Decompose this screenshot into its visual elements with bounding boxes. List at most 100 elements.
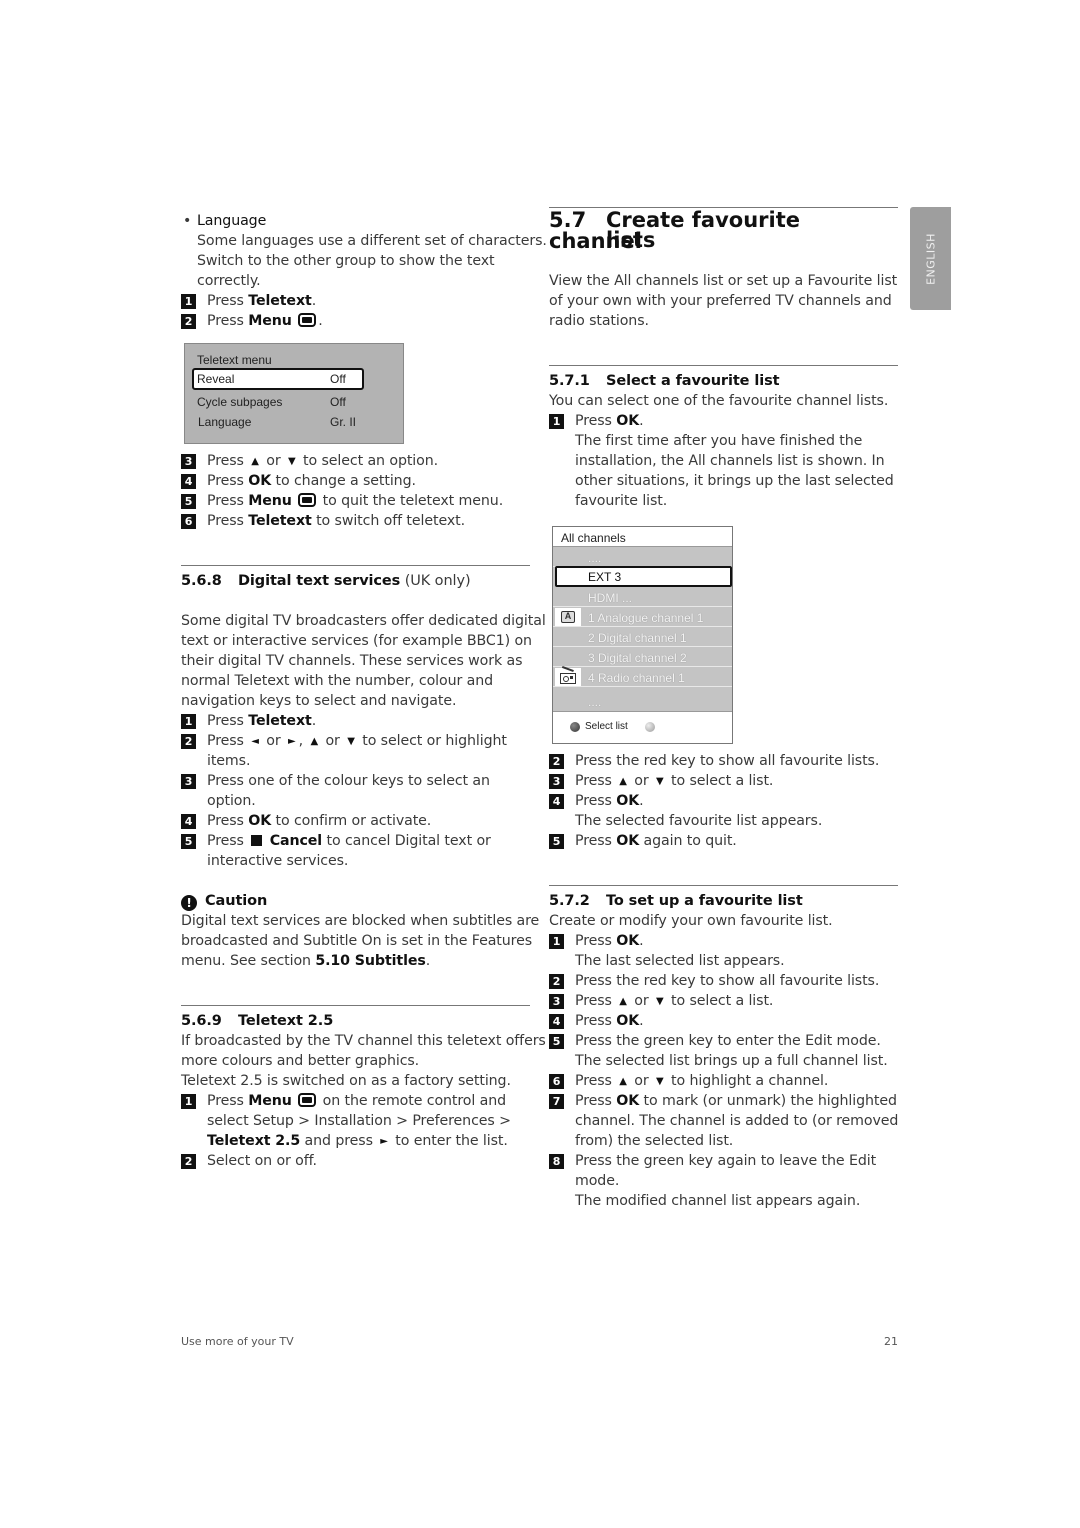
step-item: 4 Press OK to confirm or activate. bbox=[181, 811, 530, 831]
teletext-menu-screenshot: Teletext menu Reveal Off Cycle subpages Of… bbox=[184, 343, 404, 444]
step-continuation: installation, the All channels list is s… bbox=[575, 453, 885, 469]
step-item: 6 Press Teletext to switch off teletext. bbox=[181, 511, 530, 531]
step-item: 5 Press Menu to quit the teletext menu. bbox=[181, 491, 530, 511]
step-item: 2 Press the red key to show all favourite… bbox=[549, 971, 898, 991]
step-item: 3 Press ▲ or ▼ to select an option. bbox=[181, 451, 530, 472]
channel-row: 3 Digital channel 2 bbox=[553, 647, 732, 667]
section-divider bbox=[549, 365, 898, 366]
caution-text: menu. See section 5.10 Subtitles. bbox=[181, 953, 431, 969]
paragraph-line: radio stations. bbox=[549, 313, 649, 329]
step-continuation: favourite list. bbox=[575, 493, 668, 509]
step-item: 2 Press Menu . bbox=[181, 311, 530, 331]
bullet-icon: • bbox=[183, 213, 192, 229]
channel-row: A 1 Analogue channel 1 bbox=[553, 607, 732, 627]
step-item: 1 Press Teletext. bbox=[181, 711, 530, 731]
menu-key-icon bbox=[298, 1093, 317, 1107]
step-item: 3 Press ▲ or ▼ to select a list. bbox=[549, 991, 898, 1012]
up-arrow-icon: ▲ bbox=[619, 1076, 627, 1087]
paragraph-line: Create or modify your own favourite list… bbox=[549, 913, 833, 929]
caution-heading: ! Caution bbox=[181, 891, 530, 911]
right-arrow-icon: ► bbox=[288, 736, 296, 747]
channel-row: .... bbox=[588, 695, 602, 709]
up-arrow-icon: ▲ bbox=[310, 736, 319, 747]
step-continuation: Teletext 2.5 and press ► to enter the li… bbox=[207, 1133, 508, 1149]
up-arrow-icon: ▲ bbox=[251, 456, 259, 467]
paragraph-line: If broadcasted by the TV channel this te… bbox=[181, 1033, 546, 1049]
menu-key-icon bbox=[298, 313, 317, 327]
language-side-tab: ENGLISH bbox=[910, 207, 951, 310]
step-item: 1 Press OK. bbox=[549, 411, 898, 431]
teletext-menu-row-reveal: Reveal Off bbox=[192, 368, 364, 390]
section-heading-5-6-9: 5.6.9 Teletext 2.5 bbox=[181, 1013, 334, 1029]
channel-list: .... EXT 3 HDMI ... A 1 Analogue channel… bbox=[553, 547, 732, 711]
paragraph-line: more colours and better graphics. bbox=[181, 1053, 420, 1069]
step-item: 2 Press the red key to show all favourite… bbox=[549, 751, 898, 771]
step-item: 6 Press ▲ or ▼ to highlight a channel. bbox=[549, 1071, 898, 1092]
language-desc-2: Switch to the other group to show the te… bbox=[197, 253, 495, 269]
section-heading-5-7-2: 5.7.2 To set up a favourite list bbox=[549, 893, 803, 909]
step-continuation: channel. The channel is added to (or rem… bbox=[575, 1113, 899, 1129]
channel-list-title: All channels bbox=[553, 527, 732, 547]
step-continuation: select Setup > Installation > Preference… bbox=[207, 1113, 511, 1129]
menu-key-icon bbox=[298, 493, 317, 507]
step-item: 2 Press ◄ or ►, ▲ or ▼ to select or highl… bbox=[181, 731, 530, 752]
caution-icon: ! bbox=[181, 895, 197, 911]
channel-row: .... bbox=[553, 547, 732, 567]
paragraph-line: View the All channels list or set up a F… bbox=[549, 273, 898, 289]
down-arrow-icon: ▼ bbox=[656, 776, 664, 787]
channel-list-screenshot: All channels .... EXT 3 HDMI ... A 1 Ana… bbox=[552, 526, 733, 744]
radio-icon bbox=[555, 665, 581, 686]
up-arrow-icon: ▲ bbox=[619, 996, 627, 1007]
teletext-menu-row-language: Language Gr. II bbox=[198, 415, 357, 429]
stop-key-icon bbox=[251, 835, 263, 846]
step-item: 5 Press the green key to enter the Edit m… bbox=[549, 1031, 898, 1051]
section-divider bbox=[181, 1005, 530, 1006]
step-item: 8 Press the green key again to leave the … bbox=[549, 1151, 898, 1171]
language-tab-label: ENGLISH bbox=[924, 232, 937, 285]
step-item: 4 Press OK to change a setting. bbox=[181, 471, 530, 491]
channel-list-footer: Select list bbox=[553, 711, 732, 743]
step-continuation: The selected list brings up a full chann… bbox=[575, 1053, 888, 1069]
down-arrow-icon: ▼ bbox=[288, 456, 296, 467]
red-key-icon bbox=[570, 722, 580, 732]
step-item: 2 Select on or off. bbox=[181, 1151, 530, 1171]
language-bullet: • Language bbox=[181, 211, 530, 231]
step-item: 4 Press OK. bbox=[549, 791, 898, 811]
teletext-menu-title: Teletext menu bbox=[197, 353, 272, 367]
channel-row: HDMI ... bbox=[553, 587, 732, 607]
step-continuation: The selected favourite list appears. bbox=[575, 813, 823, 829]
step-number: 2 bbox=[181, 314, 196, 329]
language-desc-3: correctly. bbox=[197, 273, 261, 289]
paragraph-line: text or interactive services (for exampl… bbox=[181, 633, 532, 649]
step-number: 1 bbox=[181, 294, 196, 309]
step-continuation: option. bbox=[207, 793, 256, 809]
right-arrow-icon: ► bbox=[380, 1136, 388, 1147]
step-continuation: from) the selected list. bbox=[575, 1133, 734, 1149]
section-divider bbox=[181, 565, 530, 566]
step-item: 3 Press one of the colour keys to select … bbox=[181, 771, 530, 791]
step-continuation: interactive services. bbox=[207, 853, 349, 869]
down-arrow-icon: ▼ bbox=[656, 996, 664, 1007]
analogue-icon: A bbox=[555, 608, 581, 626]
down-arrow-icon: ▼ bbox=[347, 736, 355, 747]
step-item: 1 Press Teletext. bbox=[181, 291, 530, 311]
paragraph-line: Teletext 2.5 is switched on as a factory… bbox=[181, 1073, 511, 1089]
step-item: 4 Press OK. bbox=[549, 1011, 898, 1031]
channel-row: 4 Radio channel 1 bbox=[553, 665, 732, 687]
step-item: 7 Press OK to mark (or unmark) the highli… bbox=[549, 1091, 898, 1111]
select-list-label: Select list bbox=[585, 721, 628, 732]
paragraph-line: Some digital TV broadcasters offer dedic… bbox=[181, 613, 546, 629]
footer-section-title: Use more of your TV bbox=[181, 1335, 294, 1348]
section-divider bbox=[549, 885, 898, 886]
section-reference-link[interactable]: 5.10 Subtitles bbox=[315, 953, 425, 969]
channel-row: 2 Digital channel 1 bbox=[553, 627, 732, 647]
step-item: 5 Press Cancel to cancel Digital text or bbox=[181, 831, 530, 851]
step-item: 1 Press Menu on the remote control and bbox=[181, 1091, 530, 1111]
paragraph-line: their digital TV channels. These service… bbox=[181, 653, 523, 669]
paragraph-line: of your own with your preferred TV chann… bbox=[549, 293, 892, 309]
channel-row-selected: EXT 3 bbox=[555, 566, 732, 587]
step-continuation: items. bbox=[207, 753, 251, 769]
down-arrow-icon: ▼ bbox=[656, 1076, 664, 1087]
section-heading-5-7-1: 5.7.1 Select a favourite list bbox=[549, 373, 780, 389]
step-continuation: other situations, it brings up the last … bbox=[575, 473, 894, 489]
